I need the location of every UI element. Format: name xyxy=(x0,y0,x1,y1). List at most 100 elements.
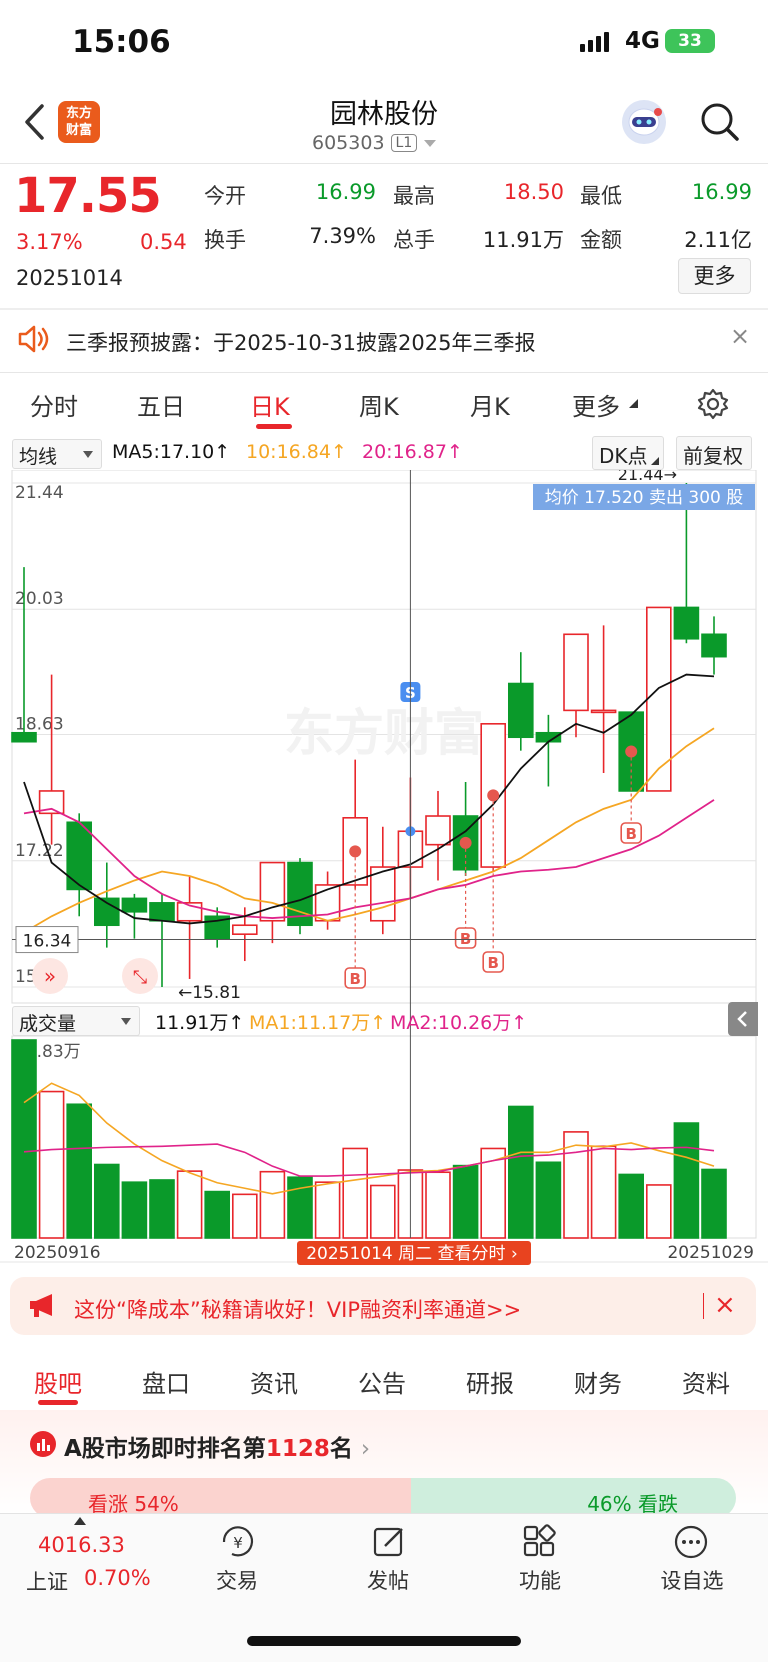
avg-price-tooltip: 均价 17.520 卖出 300 股 xyxy=(545,488,744,508)
volume-bar xyxy=(342,1147,369,1239)
price-axis-label: 17.22 xyxy=(15,841,64,861)
nav-add-watchlist[interactable]: 设自选 xyxy=(642,1565,742,1595)
caret-up-icon xyxy=(74,1517,86,1525)
nav-post[interactable]: 发帖 xyxy=(338,1565,438,1595)
functions-grid-icon[interactable] xyxy=(522,1524,558,1560)
sentiment-bar[interactable]: 看涨 54% 46% 看跌 xyxy=(30,1478,736,1518)
double-chevron-icon: » xyxy=(44,964,56,988)
date-pill-label: 20251014 周二 查看分时 › xyxy=(306,1244,518,1264)
price-axis-label: 18.63 xyxy=(15,715,64,735)
volume-bar xyxy=(535,1161,562,1239)
volume-bar xyxy=(66,1103,92,1239)
tab-monthly-k[interactable]: 月K xyxy=(470,387,510,422)
candle-body xyxy=(507,682,534,739)
dropdown-caret-icon xyxy=(83,451,93,458)
tab-more[interactable]: 更多 xyxy=(572,387,620,422)
tab-weekly-k[interactable]: 周K xyxy=(359,387,399,422)
price-axis-label: 20.03 xyxy=(15,589,64,609)
stock-code-row[interactable]: 605303 L1 xyxy=(312,132,437,154)
volume-bar xyxy=(121,1181,148,1239)
indicator-selector-label: 均线 xyxy=(19,446,58,468)
earnings-notice-text[interactable]: 三季报预披露：于2025-10-31披露2025年三季报 xyxy=(66,327,535,357)
volume-bar xyxy=(259,1170,286,1239)
rank-prefix: A股市场即时排名第 xyxy=(64,1436,266,1462)
more-dots-icon[interactable] xyxy=(673,1524,709,1560)
promo-close-icon[interactable]: × xyxy=(714,1290,736,1320)
volume-bar xyxy=(149,1179,175,1239)
search-icon[interactable] xyxy=(700,102,740,142)
crosshair-price-label: 16.34 xyxy=(23,932,72,952)
nav-trade[interactable]: 交易 xyxy=(187,1565,287,1595)
megaphone-icon xyxy=(30,1294,52,1317)
buy-marker-label: B xyxy=(349,970,360,988)
level-badge: L1 xyxy=(390,134,418,152)
change-percent: 3.17% xyxy=(16,230,83,254)
kline-chart[interactable]: 21.4420.0318.6317.2215.8135.83万 BBBBS 东方… xyxy=(0,470,768,1270)
volume-value-label: 11.91万↑ xyxy=(155,1012,245,1034)
tab-daily-k[interactable]: 日K xyxy=(250,387,290,422)
battery-level: 33 xyxy=(678,31,702,51)
tab-guba[interactable]: 股吧 xyxy=(34,1364,82,1399)
tab-news[interactable]: 资讯 xyxy=(250,1364,298,1399)
svg-text:¥: ¥ xyxy=(233,1534,243,1552)
nav-functions[interactable]: 功能 xyxy=(490,1565,590,1595)
min-price-marker: ←15.81 xyxy=(178,983,241,1003)
tab-intraday[interactable]: 分时 xyxy=(30,387,78,422)
bearish-segment xyxy=(411,1478,736,1518)
index-value[interactable]: 4016.33 xyxy=(38,1533,125,1557)
caret-icon xyxy=(651,457,659,465)
dk-point-label: DK点 xyxy=(599,444,648,468)
index-change-pct[interactable]: 0.70% xyxy=(84,1566,151,1590)
dropdown-caret-icon xyxy=(121,1018,131,1025)
bar-chart-icon xyxy=(30,1431,56,1457)
tab-order-book[interactable]: 盘口 xyxy=(142,1364,190,1399)
buy-marker-label: B xyxy=(487,954,498,972)
edit-post-icon[interactable] xyxy=(372,1524,408,1560)
candle-body xyxy=(425,815,451,846)
volume-indicator-selector[interactable]: 成交量 xyxy=(12,1006,140,1036)
tab-five-day[interactable]: 五日 xyxy=(137,387,185,422)
volume-bar xyxy=(204,1190,230,1239)
volume-bar xyxy=(590,1145,617,1239)
turnover-label: 换手 xyxy=(204,228,246,252)
watermark-text: 东方财富 xyxy=(284,704,484,762)
candle-body xyxy=(121,897,148,913)
candle-body xyxy=(673,606,700,640)
tab-profile[interactable]: 资料 xyxy=(682,1364,730,1399)
expand-arrows-icon: ⤡ xyxy=(133,967,147,988)
ma10-label: 10:16.84↑ xyxy=(246,441,347,463)
more-quote-button[interactable]: 更多 xyxy=(678,258,751,294)
notice-close-icon[interactable]: × xyxy=(730,322,750,350)
change-amount: 0.54 xyxy=(140,230,187,254)
indicator-selector[interactable]: 均线 xyxy=(12,439,102,469)
battery-icon: 33 xyxy=(665,29,715,53)
market-rank[interactable]: A股市场即时排名第1128名 › xyxy=(64,1429,370,1463)
divider xyxy=(703,1293,704,1319)
volume-bar xyxy=(38,1090,65,1239)
promo-text[interactable]: 这份“降成本”秘籍请收好！VIP融资利率通道>> xyxy=(74,1294,521,1324)
ma20-label: 20:16.87↑ xyxy=(362,441,463,463)
volume-bar xyxy=(94,1163,120,1239)
signal-icon xyxy=(580,32,609,52)
low-label: 最低 xyxy=(580,184,622,208)
rank-suffix: 名 xyxy=(329,1436,353,1462)
tab-finance[interactable]: 财务 xyxy=(574,1364,622,1399)
volume-bar xyxy=(232,1193,258,1239)
collapse-panel-button[interactable] xyxy=(728,1002,758,1036)
adjust-price-button[interactable]: 前复权 xyxy=(676,436,752,470)
assistant-robot-icon[interactable] xyxy=(622,100,666,144)
volume-bar xyxy=(507,1105,534,1239)
dk-point-button[interactable]: DK点 xyxy=(592,436,664,470)
buy-point-dot xyxy=(349,845,362,858)
settings-gear-icon[interactable] xyxy=(697,388,729,420)
turnover-value: 7.39% xyxy=(309,224,376,248)
quote-date: 20251014 xyxy=(16,266,123,290)
tab-announcements[interactable]: 公告 xyxy=(358,1364,406,1399)
stock-code: 605303 xyxy=(312,132,385,154)
trade-icon[interactable]: ¥ xyxy=(218,1524,258,1560)
chart-grid xyxy=(0,470,768,1263)
high-value: 18.50 xyxy=(503,180,564,204)
index-name[interactable]: 上证 xyxy=(26,1566,68,1596)
tab-research[interactable]: 研报 xyxy=(466,1364,514,1399)
home-indicator xyxy=(247,1636,521,1646)
